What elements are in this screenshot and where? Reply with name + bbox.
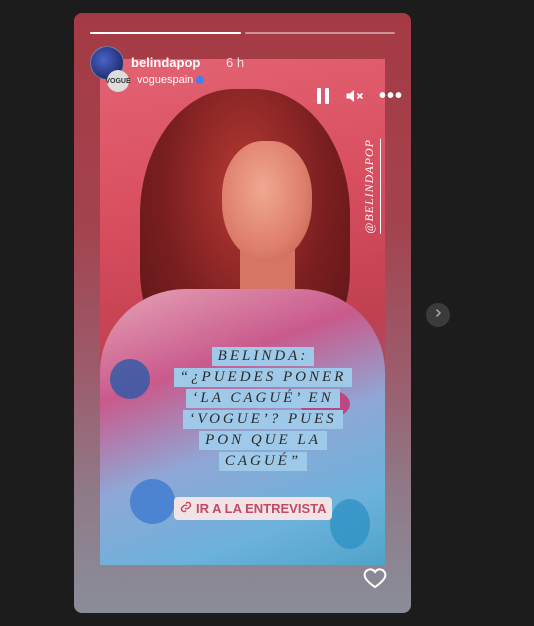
face-shape — [222, 141, 312, 261]
quote-line: “¿PUEDES PONER — [173, 368, 353, 387]
next-story-button[interactable] — [426, 303, 450, 327]
link-label: IR A LA ENTREVISTA — [196, 501, 327, 516]
shared-from-avatar[interactable]: VOGUE — [105, 70, 131, 92]
verified-icon — [196, 76, 205, 85]
quote-line: ‘VOGUE’? PUES — [183, 410, 343, 429]
link-icon — [180, 501, 192, 516]
progress-segment-2 — [244, 32, 395, 34]
watermark-text: @BELINDAPOP — [362, 139, 381, 234]
quote-block: BELINDA: “¿PUEDES PONER ‘LA CAGUÉ’ EN ‘V… — [158, 346, 368, 472]
link-sticker[interactable]: IR A LA ENTREVISTA — [174, 497, 333, 520]
shared-from-username-text: voguespain — [137, 74, 194, 86]
progress-fill-1 — [90, 32, 241, 34]
timestamp: 6 h — [226, 55, 245, 70]
more-icon[interactable]: ••• — [379, 86, 403, 106]
pause-icon[interactable] — [316, 88, 330, 104]
flower-3 — [130, 479, 175, 524]
progress-segment-1 — [90, 32, 241, 34]
quote-line: BELINDA: — [211, 347, 315, 366]
quote-line: ‘LA CAGUÉ’ EN — [186, 389, 340, 408]
quote-line: PON QUE LA — [199, 431, 327, 450]
heart-icon[interactable] — [363, 566, 387, 590]
quote-line: CAGUÉ” — [218, 452, 308, 471]
chevron-right-icon — [432, 306, 444, 324]
username[interactable]: belindapop — [131, 55, 200, 70]
story-progress — [90, 32, 395, 34]
flower-1 — [110, 359, 150, 399]
shared-from-username[interactable]: voguespain — [137, 74, 205, 86]
story-image: @BELINDAPOP BELINDA: “¿PUEDES PONER ‘LA … — [100, 59, 385, 565]
story-header: belindapop 6 h ••• — [90, 46, 402, 106]
mute-icon[interactable] — [344, 86, 364, 106]
flower-4 — [330, 499, 370, 549]
story-viewer: @BELINDAPOP BELINDA: “¿PUEDES PONER ‘LA … — [74, 13, 411, 613]
